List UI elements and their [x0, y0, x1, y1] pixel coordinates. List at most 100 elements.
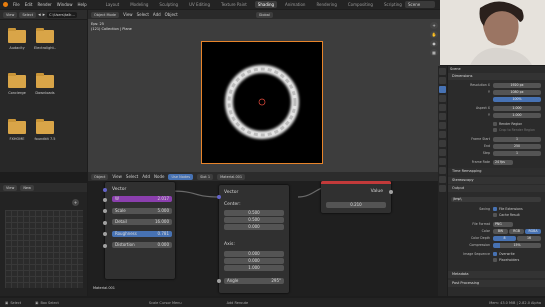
forward-arrow-icon[interactable]: ▸: [43, 12, 46, 18]
w-socket[interactable]: [103, 198, 107, 202]
frame-start-field[interactable]: 1: [493, 136, 541, 142]
camera-icon[interactable]: ◉: [430, 40, 438, 47]
object-tab-icon[interactable]: [439, 122, 446, 129]
distortion-socket[interactable]: [103, 244, 107, 248]
image-editor-view-menu[interactable]: View: [3, 184, 18, 191]
metadata-panel-header[interactable]: Metadata: [448, 271, 545, 278]
folder-item[interactable]: foundkit 7.5: [34, 119, 56, 141]
modifier-tab-icon[interactable]: [439, 131, 446, 138]
blender-logo-icon[interactable]: [3, 2, 8, 7]
roughness-field[interactable]: Roughness 0.781: [112, 231, 172, 237]
constraints-tab-icon[interactable]: [439, 158, 446, 165]
tab-scripting[interactable]: Scripting: [381, 1, 405, 8]
compression-slider[interactable]: 15%: [493, 242, 541, 248]
frame-step-field[interactable]: 1: [493, 150, 541, 156]
scale-socket[interactable]: [103, 209, 107, 213]
tab-animation[interactable]: Animation: [282, 1, 308, 8]
value-output-socket[interactable]: [389, 190, 393, 194]
output-panel-header[interactable]: Output: [448, 185, 545, 192]
noise-texture-node[interactable]: Vector W 2.017 Scale 5.000 Detail 16.000 Ro…: [103, 182, 175, 279]
tab-rendering[interactable]: Rendering: [313, 1, 339, 8]
particles-tab-icon[interactable]: [439, 140, 446, 147]
folder-item[interactable]: FXHOME: [6, 119, 28, 141]
menu-render[interactable]: Render: [37, 2, 51, 7]
image-editor-area[interactable]: +: [0, 192, 87, 296]
view-layer-tab-icon[interactable]: [439, 95, 446, 102]
tab-compositing[interactable]: Compositing: [345, 1, 376, 8]
render-tab-icon[interactable]: [439, 77, 446, 84]
crop-region-checkbox[interactable]: [493, 128, 497, 132]
w-field[interactable]: W 2.017: [112, 196, 172, 202]
folder-item[interactable]: Audacity: [6, 28, 28, 50]
frame-end-field[interactable]: 250: [493, 143, 541, 149]
tab-texture-paint[interactable]: Texture Paint: [218, 1, 250, 8]
transform-orientation-dropdown[interactable]: Global: [255, 11, 273, 18]
object-mode-dropdown[interactable]: Object Mode: [91, 11, 120, 18]
material-name-field[interactable]: Material.001: [217, 173, 246, 180]
resolution-percent-field[interactable]: 100%: [493, 96, 541, 102]
stereoscopy-panel-header[interactable]: Stereoscopy: [448, 177, 545, 184]
node-tree-type-dropdown[interactable]: Object: [91, 173, 109, 180]
folder-item[interactable]: Concierge: [6, 73, 28, 95]
material-slot-dropdown[interactable]: Slot 1: [197, 173, 214, 180]
vector-rotate-node[interactable]: Vector Center: 0.500 0.500 0.000 Axis: 0…: [217, 185, 289, 293]
output-tab-icon[interactable]: [439, 86, 446, 93]
node-editor-canvas[interactable]: Vector W 2.017 Scale 5.000 Detail 16.000 Ro…: [88, 181, 438, 296]
detail-field[interactable]: Detail 16.000: [112, 219, 172, 225]
color-depth-16-button[interactable]: 16: [517, 235, 541, 241]
cache-result-checkbox[interactable]: [493, 213, 497, 217]
angle-field[interactable]: Angle 295°: [224, 278, 284, 284]
viewport-3d[interactable]: Eps: 25 (121) Collection | Plane + ✋ ◉ ▦: [88, 19, 440, 172]
center-y-field[interactable]: 0.500: [224, 217, 284, 223]
viewport-object-menu[interactable]: Object: [165, 12, 178, 17]
aspect-x-field[interactable]: 1.000: [493, 105, 541, 111]
tab-shading[interactable]: Shading: [254, 1, 278, 8]
node-view-menu[interactable]: View: [112, 174, 122, 179]
value-node[interactable]: Value 0.210: [321, 181, 393, 213]
overwrite-checkbox[interactable]: [493, 252, 497, 256]
resolution-y-field[interactable]: 1080 px: [493, 89, 541, 95]
node-node-menu[interactable]: Node: [154, 174, 164, 179]
color-bw-button[interactable]: BW: [493, 228, 508, 234]
render-region-checkbox[interactable]: [493, 122, 497, 126]
node-select-menu[interactable]: Select: [126, 174, 138, 179]
placeholders-checkbox[interactable]: [493, 258, 497, 262]
world-tab-icon[interactable]: [439, 113, 446, 120]
detail-socket[interactable]: [103, 221, 107, 225]
file-path-field[interactable]: C:\Users\talk...: [47, 11, 78, 18]
center-x-field[interactable]: 0.500: [224, 210, 284, 216]
output-path-field[interactable]: /tmp\: [451, 196, 541, 202]
dimensions-panel-header[interactable]: Dimensions: [448, 73, 545, 80]
scene-tab-icon[interactable]: [439, 104, 446, 111]
color-rgb-button[interactable]: RGB: [509, 228, 524, 234]
axis-z-field[interactable]: 1.000: [224, 265, 284, 271]
frame-rate-dropdown[interactable]: 24 fps: [493, 159, 513, 165]
new-image-button[interactable]: New: [20, 184, 34, 191]
menu-file[interactable]: File: [13, 2, 20, 7]
vector-input-socket[interactable]: [217, 195, 221, 199]
aspect-y-field[interactable]: 1.000: [493, 112, 541, 118]
menu-edit[interactable]: Edit: [25, 2, 33, 7]
vector-input-socket[interactable]: [103, 188, 107, 192]
axis-x-field[interactable]: 0.000: [224, 251, 284, 257]
file-extensions-checkbox[interactable]: [493, 207, 497, 211]
tab-sculpting[interactable]: Sculpting: [156, 1, 181, 8]
texture-tab-icon[interactable]: [439, 185, 446, 192]
use-nodes-toggle[interactable]: Use Nodes: [168, 173, 194, 180]
axis-y-field[interactable]: 0.000: [224, 258, 284, 264]
color-depth-8-button[interactable]: 8: [493, 235, 516, 241]
back-arrow-icon[interactable]: ◂: [38, 12, 41, 18]
distortion-field[interactable]: Distortion 0.000: [112, 242, 172, 248]
post-processing-panel-header[interactable]: Post Processing: [448, 280, 545, 287]
menu-window[interactable]: Window: [57, 2, 73, 7]
tool-tab-icon[interactable]: [439, 68, 446, 75]
viewport-view-menu[interactable]: View: [123, 12, 133, 17]
time-remapping-panel-header[interactable]: Time Remapping: [448, 168, 545, 175]
viewport-add-menu[interactable]: Add: [153, 12, 161, 17]
file-format-dropdown[interactable]: PNG: [493, 221, 513, 227]
zoom-icon[interactable]: +: [430, 22, 438, 29]
angle-socket[interactable]: [217, 279, 221, 283]
node-add-menu[interactable]: Add: [142, 174, 150, 179]
roughness-socket[interactable]: [103, 232, 107, 236]
pan-hand-icon[interactable]: ✋: [430, 31, 438, 38]
